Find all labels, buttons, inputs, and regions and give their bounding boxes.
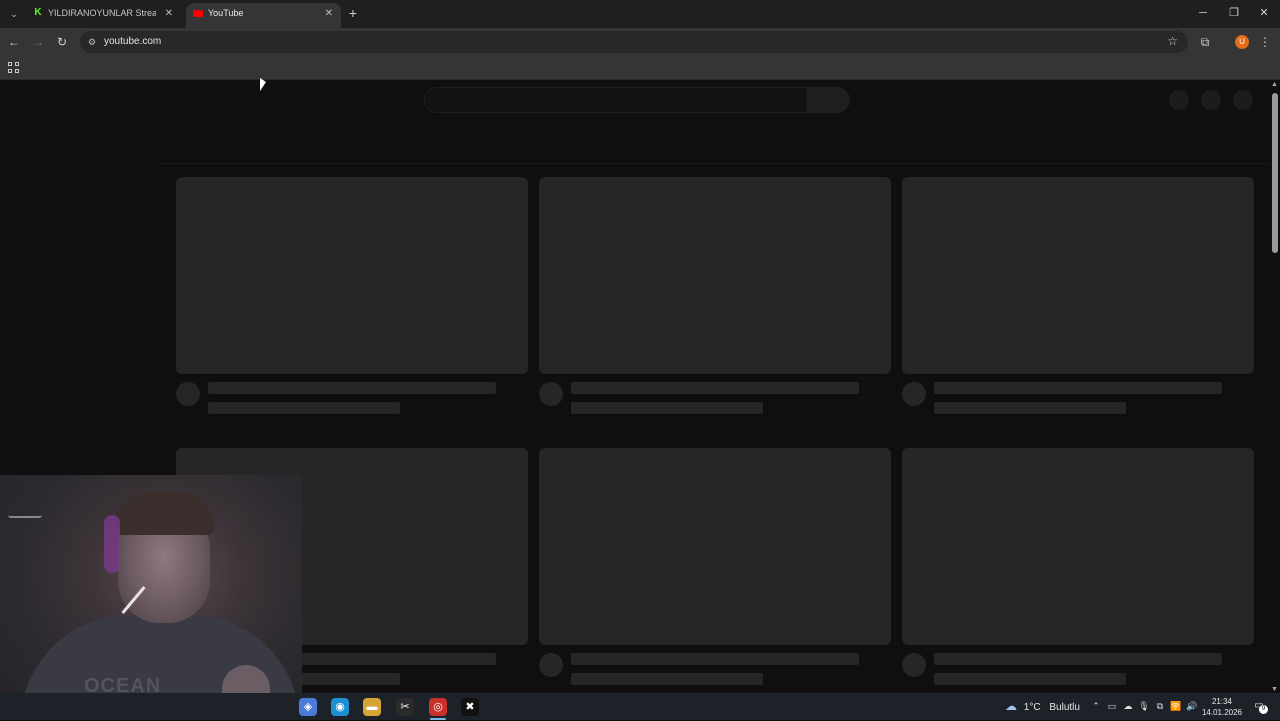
page-scrollbar[interactable]: ▲ ▼ (1270, 81, 1280, 693)
bookmarks-bar (0, 56, 1280, 80)
file-explorer-icon[interactable]: ▬ (363, 698, 381, 716)
channel-avatar-skeleton (902, 382, 926, 406)
scroll-thumb[interactable] (1272, 93, 1278, 253)
channel-avatar-skeleton (539, 653, 563, 677)
chevron-down-icon[interactable]: ⌄ (6, 6, 22, 22)
menu-icon[interactable]: ⋮ (1257, 34, 1273, 50)
windows-taskbar: ◈ ◉ ▬ ✂ ◎ ✖ ☁ 1°C Bulutlu ⌃ ▭ ☁ 🎙 ⧉ 🛜 🔊 21:34… (0, 693, 1280, 720)
address-bar[interactable]: ⚙ youtube.com ☆ (80, 31, 1188, 53)
scroll-down-icon[interactable]: ▼ (1271, 686, 1278, 693)
edge-icon[interactable]: ◉ (331, 698, 349, 716)
meta-line-skeleton (571, 673, 763, 685)
cloud-icon: ☁ (1005, 699, 1017, 713)
title-line-skeleton (208, 382, 496, 394)
recorder-icon[interactable]: ◎ (429, 698, 447, 716)
thumbnail-skeleton[interactable] (902, 177, 1254, 374)
weather-condition: Bulutlu (1049, 702, 1080, 713)
person-hair (114, 491, 214, 535)
close-tab-icon[interactable]: ✕ (325, 3, 333, 24)
chips-divider (160, 163, 1270, 164)
tab-strip: ⌄ K YILDIRANOYUNLAR Stream - W ✕ YouTube… (0, 0, 1280, 28)
video-card-skeleton[interactable] (539, 448, 891, 685)
tray-cloud-icon[interactable]: ☁ (1122, 700, 1134, 712)
apps-grid-icon[interactable] (8, 62, 19, 73)
tab-youtube[interactable]: YouTube ✕ (186, 3, 341, 28)
copilot-icon[interactable]: ◈ (299, 698, 317, 716)
close-tab-icon[interactable]: ✕ (165, 3, 173, 24)
extensions-icon[interactable]: ⧉ (1197, 34, 1213, 50)
webcam-overlay: OCEAN (0, 475, 302, 720)
scroll-up-icon[interactable]: ▲ (1271, 81, 1278, 88)
back-button[interactable]: ← (6, 34, 22, 50)
header-icon-skeleton[interactable] (1201, 90, 1221, 110)
header-icon-skeleton[interactable] (1169, 90, 1189, 110)
new-tab-button[interactable]: + (346, 5, 360, 21)
video-card-skeleton[interactable] (902, 448, 1254, 685)
profile-avatar[interactable]: U (1235, 35, 1249, 49)
volume-icon[interactable]: 🔊 (1186, 700, 1198, 712)
browser-toolbar: ← → ↻ ⚙ youtube.com ☆ ⧉ U ⋮ (0, 28, 1280, 56)
kick-logo-icon: K (34, 7, 42, 18)
bookmark-star-icon[interactable]: ☆ (1167, 34, 1178, 48)
reload-button[interactable]: ↻ (54, 34, 70, 50)
youtube-logo-icon (193, 10, 203, 17)
meta-line-skeleton (208, 402, 400, 414)
site-info-icon[interactable]: ⚙ (86, 36, 98, 48)
search-button-skeleton[interactable] (807, 87, 850, 113)
weather-widget[interactable]: ☁ 1°C Bulutlu (1005, 693, 1080, 720)
channel-avatar-skeleton (539, 382, 563, 406)
network-icon[interactable]: 🛜 (1170, 700, 1182, 712)
channel-avatar-skeleton (902, 653, 926, 677)
headset-icon (104, 515, 120, 573)
meta-line-skeleton (934, 402, 1126, 414)
title-line-skeleton (571, 382, 859, 394)
tab-title: YILDIRANOYUNLAR Stream - W (48, 8, 156, 18)
url-text[interactable]: youtube.com (104, 31, 161, 53)
close-window-button[interactable]: ✕ (1249, 4, 1279, 22)
capcut-alt-icon[interactable]: ✖ (461, 698, 479, 716)
forward-button[interactable]: → (30, 34, 46, 50)
title-line-skeleton (934, 382, 1222, 394)
system-clock[interactable]: 21:34 14.01.2026 (1200, 696, 1244, 718)
channel-avatar-skeleton (176, 382, 200, 406)
meta-line-skeleton (571, 402, 763, 414)
title-line-skeleton (934, 653, 1222, 665)
tray-app-icon[interactable]: ▭ (1106, 700, 1118, 712)
thumbnail-skeleton[interactable] (902, 448, 1254, 645)
clock-time: 21:34 (1211, 697, 1233, 706)
thumbnail-skeleton[interactable] (539, 177, 891, 374)
weather-temp: 1°C (1023, 702, 1041, 713)
microphone-icon[interactable]: 🎙 (1138, 700, 1150, 712)
restore-button[interactable]: ❐ (1219, 4, 1249, 22)
tab-kick-stream[interactable]: K YILDIRANOYUNLAR Stream - W ✕ (26, 3, 181, 28)
search-input-skeleton[interactable] (424, 87, 808, 113)
video-card-skeleton[interactable] (176, 177, 528, 414)
video-card-skeleton[interactable] (902, 177, 1254, 414)
title-line-skeleton (571, 653, 859, 665)
thumbnail-skeleton[interactable] (539, 448, 891, 645)
avatar-skeleton[interactable] (1233, 90, 1253, 110)
mouse-cursor-icon (260, 78, 266, 91)
display-icon[interactable]: ⧉ (1154, 700, 1166, 712)
meta-line-skeleton (934, 673, 1126, 685)
video-card-skeleton[interactable] (539, 177, 891, 414)
background-object (8, 515, 42, 518)
clock-date: 14.01.2026 (1201, 708, 1243, 717)
minimize-button[interactable]: ─ (1188, 4, 1218, 22)
tab-title: YouTube (208, 8, 244, 18)
tray-chevron-icon[interactable]: ⌃ (1090, 700, 1102, 712)
notification-badge: 9 (1259, 705, 1268, 714)
capcut-icon[interactable]: ✂ (396, 698, 414, 716)
thumbnail-skeleton[interactable] (176, 177, 528, 374)
